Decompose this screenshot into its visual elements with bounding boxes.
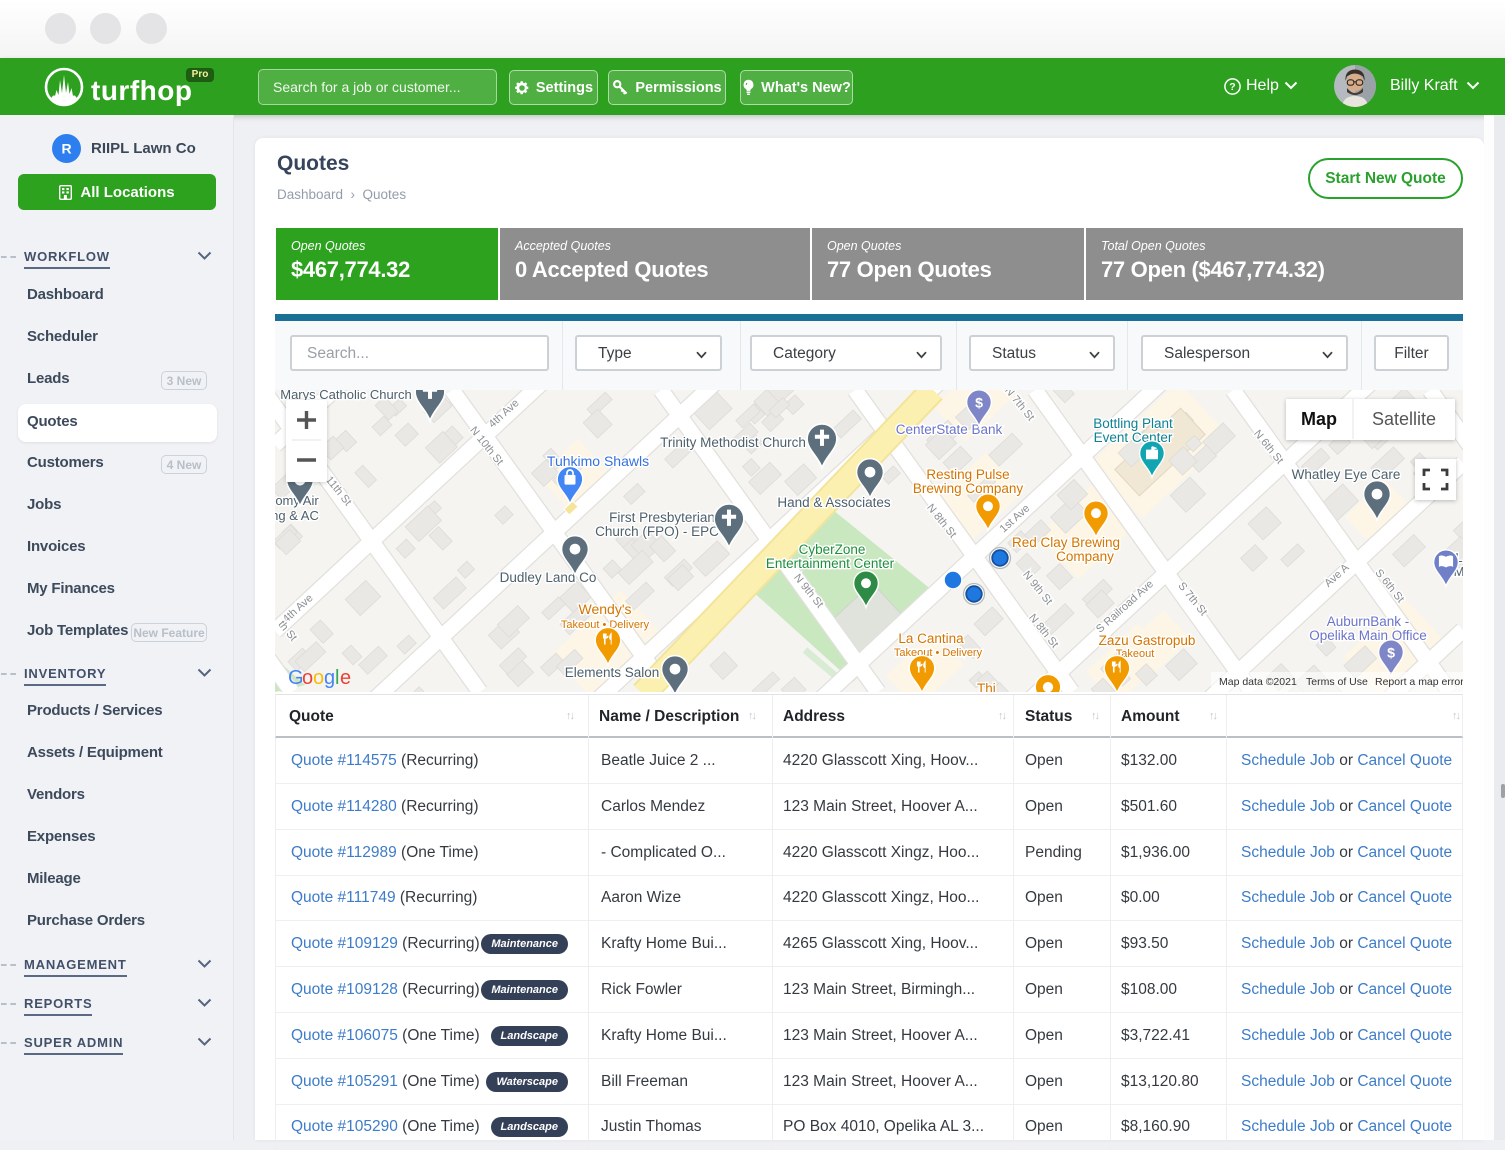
svg-text:?: ? [1229, 81, 1235, 93]
svg-text:Elements Salon: Elements Salon [565, 665, 660, 680]
svg-text:Wendy's: Wendy's [579, 601, 632, 617]
svg-text:Red Clay Brewing: Red Clay Brewing [1012, 535, 1120, 550]
svg-text:Brewing Company: Brewing Company [913, 481, 1024, 496]
svg-text:Bottling Plant: Bottling Plant [1093, 416, 1173, 431]
svg-text:Tuhkimo Shawls: Tuhkimo Shawls [547, 453, 649, 469]
svg-text:CenterState Bank: CenterState Bank [896, 422, 1003, 437]
svg-text:AuburnBank -: AuburnBank - [1327, 614, 1410, 629]
svg-text:R: R [61, 141, 71, 157]
svg-text:Satellite: Satellite [1372, 409, 1436, 429]
svg-text:First Presbyterian: First Presbyterian [609, 510, 715, 525]
svg-text:l: l [335, 667, 339, 689]
svg-text:ng & AC: ng & AC [275, 508, 319, 523]
svg-text:Report a map error: Report a map error [1375, 676, 1463, 688]
svg-text:Thi: Thi [977, 681, 996, 692]
svg-text:Event Center: Event Center [1094, 430, 1173, 445]
svg-text:Resting Pulse: Resting Pulse [926, 467, 1009, 482]
svg-text:e: e [340, 667, 351, 689]
svg-text:Opelika Main Office: Opelika Main Office [1309, 628, 1427, 643]
svg-text:o: o [302, 667, 313, 689]
svg-text:CyberZone: CyberZone [799, 542, 866, 557]
svg-text:$: $ [1387, 646, 1395, 662]
svg-text:Church (FPO) - EPC: Church (FPO) - EPC [595, 524, 719, 539]
svg-text:Trinity Methodist Church: Trinity Methodist Church [660, 435, 806, 450]
svg-text:Hand & Associates: Hand & Associates [777, 495, 891, 510]
svg-text:Map: Map [1301, 409, 1337, 429]
svg-text:Map data ©2021: Map data ©2021 [1219, 676, 1297, 688]
svg-text:g: g [324, 667, 335, 689]
svg-text:o: o [313, 667, 324, 689]
svg-text:$: $ [975, 396, 983, 412]
svg-text:Entertainment Center: Entertainment Center [766, 556, 895, 571]
svg-text:Terms of Use: Terms of Use [1306, 676, 1368, 688]
svg-text:Takeout • Delivery: Takeout • Delivery [894, 647, 983, 659]
svg-text:Dudley Land Co: Dudley Land Co [500, 570, 597, 585]
svg-text:La Cantina: La Cantina [898, 631, 964, 646]
svg-text:Zazu Gastropub: Zazu Gastropub [1099, 633, 1196, 648]
svg-text:Whatley Eye Care: Whatley Eye Care [1292, 467, 1401, 482]
svg-text:Company: Company [1056, 549, 1114, 564]
